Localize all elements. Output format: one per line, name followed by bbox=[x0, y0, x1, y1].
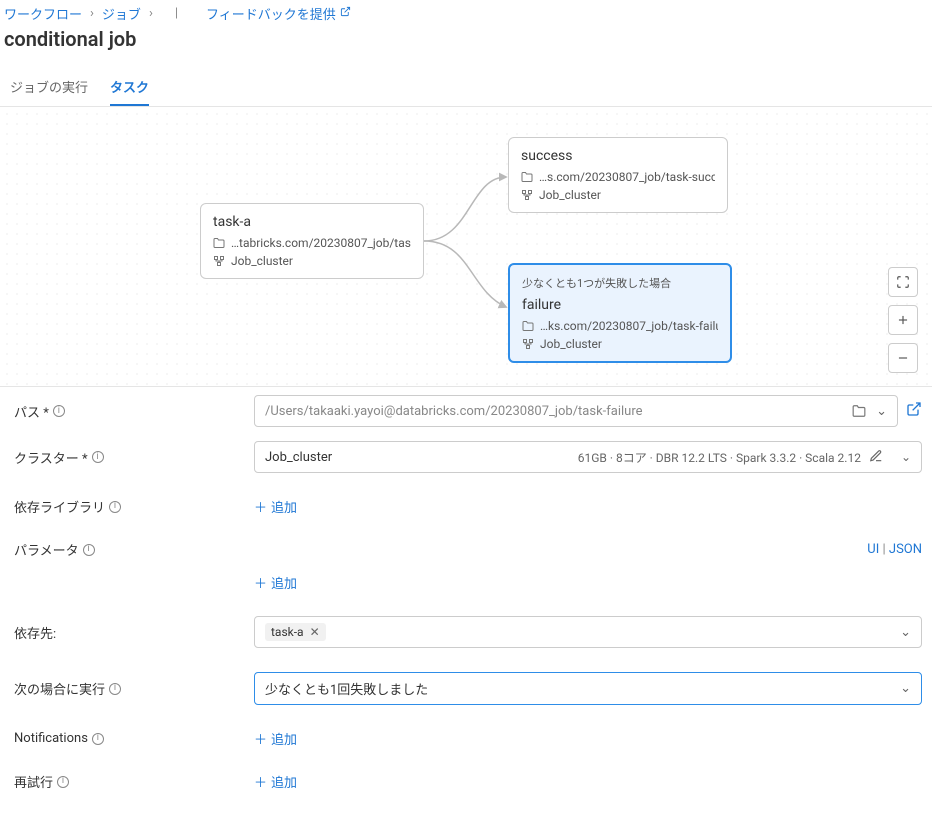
info-icon[interactable]: i bbox=[83, 544, 95, 556]
info-icon[interactable]: i bbox=[109, 683, 121, 695]
task-node-title: task-a bbox=[213, 214, 411, 230]
breadcrumb-jobs[interactable]: ジョブ bbox=[102, 4, 141, 23]
chevron-down-icon: ⌄ bbox=[900, 681, 911, 696]
plus-icon: ＋ bbox=[254, 772, 267, 791]
zoom-in-button[interactable] bbox=[888, 305, 918, 335]
add-parameter-button[interactable]: ＋ 追加 bbox=[254, 573, 297, 592]
breadcrumbs: ワークフロー › ジョブ › | フィードバックを提供 bbox=[0, 0, 932, 25]
folder-icon bbox=[521, 171, 533, 183]
info-icon[interactable]: i bbox=[53, 405, 65, 417]
chevron-right-icon: › bbox=[149, 6, 153, 21]
parameters-label: パラメータ i bbox=[14, 540, 244, 559]
plus-icon: ＋ bbox=[254, 573, 267, 592]
folder-icon bbox=[852, 404, 866, 418]
folder-icon bbox=[213, 237, 225, 249]
task-condition-label: 少なくとも1つが失敗した場合 bbox=[522, 275, 718, 291]
info-icon[interactable]: i bbox=[92, 733, 104, 745]
open-notebook-button[interactable] bbox=[906, 401, 922, 421]
info-icon[interactable]: i bbox=[92, 451, 104, 463]
zoom-out-button[interactable] bbox=[888, 343, 918, 373]
notifications-label: Notifications i bbox=[14, 731, 244, 746]
cluster-icon bbox=[521, 189, 533, 201]
canvas-tools bbox=[888, 267, 918, 373]
plus-icon: ＋ bbox=[254, 497, 267, 516]
task-graph-canvas[interactable]: task-a …tabricks.com/20230807_job/task-a… bbox=[0, 107, 932, 387]
retry-label: 再試行 i bbox=[14, 772, 244, 791]
cluster-icon bbox=[213, 255, 225, 267]
chevron-down-icon: ⌄ bbox=[900, 625, 911, 640]
breadcrumb-workflow[interactable]: ワークフロー bbox=[4, 4, 82, 23]
cluster-label: クラスター * i bbox=[14, 448, 244, 467]
run-if-label: 次の場合に実行 i bbox=[14, 679, 244, 698]
tab-tasks[interactable]: タスク bbox=[110, 77, 149, 106]
chevron-down-icon: ⌄ bbox=[901, 450, 911, 464]
cluster-select[interactable]: Job_cluster 61GB · 8コア · DBR 12.2 LTS · … bbox=[254, 441, 922, 473]
add-retry-button[interactable]: ＋ 追加 bbox=[254, 772, 297, 791]
libraries-label: 依存ライブラリ i bbox=[14, 497, 244, 516]
params-ui-toggle[interactable]: UI bbox=[867, 542, 879, 557]
cluster-icon bbox=[522, 338, 534, 350]
task-node-success[interactable]: success …s.com/20230807_job/task-success… bbox=[508, 137, 728, 213]
task-node-title: success bbox=[521, 148, 715, 164]
params-json-toggle[interactable]: JSON bbox=[889, 542, 922, 557]
add-notification-button[interactable]: ＋ 追加 bbox=[254, 729, 297, 748]
feedback-link[interactable]: フィードバックを提供 bbox=[206, 4, 351, 23]
remove-dependency-button[interactable]: ✕ bbox=[310, 625, 320, 639]
graph-edges bbox=[0, 107, 932, 386]
chevron-down-icon: ⌄ bbox=[876, 404, 887, 419]
depends-on-label: 依存先: bbox=[14, 623, 244, 642]
breadcrumb-pipe: | bbox=[175, 6, 178, 21]
info-icon[interactable]: i bbox=[109, 501, 121, 513]
cluster-details: 61GB · 8コア · DBR 12.2 LTS · Spark 3.3.2 … bbox=[578, 449, 861, 466]
external-link-icon bbox=[340, 6, 351, 21]
edit-cluster-button[interactable] bbox=[869, 449, 883, 466]
tab-job-runs[interactable]: ジョブの実行 bbox=[10, 77, 88, 106]
path-label: パス * i bbox=[14, 402, 244, 421]
dependency-chip: task-a ✕ bbox=[265, 623, 326, 641]
task-node-title: failure bbox=[522, 297, 718, 313]
depends-on-select[interactable]: task-a ✕ ⌄ bbox=[254, 616, 922, 648]
plus-icon: ＋ bbox=[254, 729, 267, 748]
page-title: conditional job bbox=[0, 25, 932, 59]
minus-icon bbox=[896, 351, 910, 365]
folder-icon bbox=[522, 320, 534, 332]
plus-icon bbox=[896, 313, 910, 327]
task-node-failure[interactable]: 少なくとも1つが失敗した場合 failure …ks.com/20230807_… bbox=[508, 263, 732, 363]
run-if-select[interactable]: 少なくとも1回失敗しました ⌄ bbox=[254, 672, 922, 705]
fullscreen-icon bbox=[896, 275, 910, 289]
tabs: ジョブの実行 タスク bbox=[0, 59, 932, 107]
add-library-button[interactable]: ＋ 追加 bbox=[254, 497, 297, 516]
chevron-right-icon: › bbox=[90, 6, 94, 21]
task-node-task-a[interactable]: task-a …tabricks.com/20230807_job/task-a… bbox=[200, 203, 424, 279]
task-form: パス * i /Users/takaaki.yayoi@databricks.c… bbox=[0, 387, 932, 829]
info-icon[interactable]: i bbox=[57, 776, 69, 788]
path-input[interactable]: /Users/takaaki.yayoi@databricks.com/2023… bbox=[254, 395, 898, 427]
fullscreen-button[interactable] bbox=[888, 267, 918, 297]
